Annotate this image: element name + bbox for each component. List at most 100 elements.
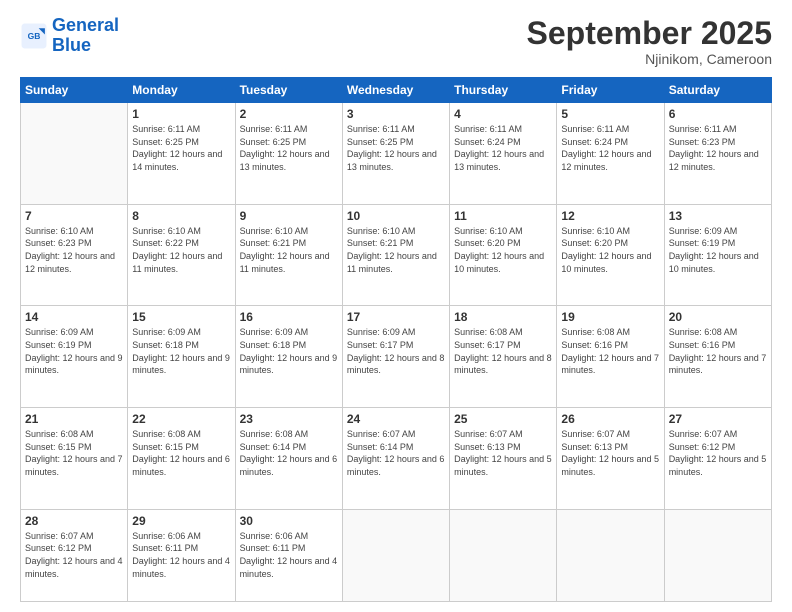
day-number: 12 [561, 209, 659, 223]
calendar-cell: 19Sunrise: 6:08 AM Sunset: 6:16 PM Dayli… [557, 306, 664, 408]
day-number: 30 [240, 514, 338, 528]
day-number: 9 [240, 209, 338, 223]
cell-info: Sunrise: 6:07 AM Sunset: 6:12 PM Dayligh… [25, 530, 123, 580]
calendar-cell: 28Sunrise: 6:07 AM Sunset: 6:12 PM Dayli… [21, 509, 128, 601]
calendar-cell: 9 Sunrise: 6:10 AM Sunset: 6:21 PM Daylig… [235, 204, 342, 306]
calendar-cell: 23 Sunrise: 6:08 AM Sunset: 6:14 PM Dayli… [235, 408, 342, 510]
cell-info: Sunrise: 6:07 AM Sunset: 6:14 PM Dayligh… [347, 428, 445, 478]
calendar-cell: 26 Sunrise: 6:07 AM Sunset: 6:13 PM Dayli… [557, 408, 664, 510]
logo-icon: GB [20, 22, 48, 50]
title-block: September 2025 Njinikom, Cameroon [527, 16, 772, 67]
day-number: 4 [454, 107, 552, 121]
calendar-cell: 27 Sunrise: 6:07 AM Sunset: 6:12 PM Dayli… [664, 408, 771, 510]
calendar-cell: 14 Sunrise: 6:09 AM Sunset: 6:19 PM Dayli… [21, 306, 128, 408]
cell-info: Sunrise: 6:08 AM Sunset: 6:15 PM Dayligh… [25, 428, 123, 478]
day-number: 14 [25, 310, 123, 324]
day-number: 2 [240, 107, 338, 121]
logo: GB General Blue [20, 16, 119, 56]
calendar-cell [664, 509, 771, 601]
cell-info: Sunrise: 6:09 AM Sunset: 6:19 PM Dayligh… [25, 326, 123, 376]
day-number: 16 [240, 310, 338, 324]
day-number: 18 [454, 310, 552, 324]
logo-blue: Blue [52, 35, 91, 55]
calendar-cell: 10 Sunrise: 6:10 AM Sunset: 6:21 PM Dayli… [342, 204, 449, 306]
cell-info: Sunrise: 6:10 AM Sunset: 6:23 PM Dayligh… [25, 225, 123, 275]
cell-info: Sunrise: 6:07 AM Sunset: 6:13 PM Dayligh… [561, 428, 659, 478]
day-number: 8 [132, 209, 230, 223]
day-number: 29 [132, 514, 230, 528]
calendar-cell [450, 509, 557, 601]
day-header-tuesday: Tuesday [235, 78, 342, 103]
calendar-cell: 15Sunrise: 6:09 AM Sunset: 6:18 PM Dayli… [128, 306, 235, 408]
calendar-cell: 7 Sunrise: 6:10 AM Sunset: 6:23 PM Daylig… [21, 204, 128, 306]
cell-info: Sunrise: 6:11 AM Sunset: 6:24 PM Dayligh… [454, 123, 552, 173]
calendar-cell: 8Sunrise: 6:10 AM Sunset: 6:22 PM Daylig… [128, 204, 235, 306]
logo-text: General Blue [52, 16, 119, 56]
calendar-cell [21, 103, 128, 205]
day-number: 20 [669, 310, 767, 324]
day-header-monday: Monday [128, 78, 235, 103]
calendar-cell: 20Sunrise: 6:08 AM Sunset: 6:16 PM Dayli… [664, 306, 771, 408]
calendar-table: SundayMondayTuesdayWednesdayThursdayFrid… [20, 77, 772, 602]
cell-info: Sunrise: 6:11 AM Sunset: 6:25 PM Dayligh… [132, 123, 230, 173]
day-number: 27 [669, 412, 767, 426]
cell-info: Sunrise: 6:07 AM Sunset: 6:12 PM Dayligh… [669, 428, 767, 478]
calendar-cell: 30 Sunrise: 6:06 AM Sunset: 6:11 PM Dayli… [235, 509, 342, 601]
calendar-week-row: 1 Sunrise: 6:11 AM Sunset: 6:25 PM Daylig… [21, 103, 772, 205]
calendar-week-row: 14 Sunrise: 6:09 AM Sunset: 6:19 PM Dayli… [21, 306, 772, 408]
calendar-cell: 3 Sunrise: 6:11 AM Sunset: 6:25 PM Daylig… [342, 103, 449, 205]
calendar-cell: 4 Sunrise: 6:11 AM Sunset: 6:24 PM Daylig… [450, 103, 557, 205]
cell-info: Sunrise: 6:07 AM Sunset: 6:13 PM Dayligh… [454, 428, 552, 478]
calendar-cell [342, 509, 449, 601]
cell-info: Sunrise: 6:10 AM Sunset: 6:20 PM Dayligh… [454, 225, 552, 275]
cell-info: Sunrise: 6:11 AM Sunset: 6:24 PM Dayligh… [561, 123, 659, 173]
calendar-cell: 2 Sunrise: 6:11 AM Sunset: 6:25 PM Daylig… [235, 103, 342, 205]
day-number: 10 [347, 209, 445, 223]
page: GB General Blue September 2025 Njinikom,… [0, 0, 792, 612]
day-header-wednesday: Wednesday [342, 78, 449, 103]
calendar-cell: 16 Sunrise: 6:09 AM Sunset: 6:18 PM Dayli… [235, 306, 342, 408]
day-number: 25 [454, 412, 552, 426]
svg-text:GB: GB [28, 31, 41, 41]
calendar-cell: 25 Sunrise: 6:07 AM Sunset: 6:13 PM Dayli… [450, 408, 557, 510]
cell-info: Sunrise: 6:11 AM Sunset: 6:25 PM Dayligh… [347, 123, 445, 173]
day-number: 3 [347, 107, 445, 121]
cell-info: Sunrise: 6:08 AM Sunset: 6:14 PM Dayligh… [240, 428, 338, 478]
day-header-saturday: Saturday [664, 78, 771, 103]
day-header-friday: Friday [557, 78, 664, 103]
day-header-thursday: Thursday [450, 78, 557, 103]
day-number: 19 [561, 310, 659, 324]
day-number: 1 [132, 107, 230, 121]
cell-info: Sunrise: 6:09 AM Sunset: 6:18 PM Dayligh… [240, 326, 338, 376]
day-number: 5 [561, 107, 659, 121]
day-number: 23 [240, 412, 338, 426]
month-title: September 2025 [527, 16, 772, 51]
day-number: 7 [25, 209, 123, 223]
calendar-cell: 18Sunrise: 6:08 AM Sunset: 6:17 PM Dayli… [450, 306, 557, 408]
cell-info: Sunrise: 6:06 AM Sunset: 6:11 PM Dayligh… [132, 530, 230, 580]
cell-info: Sunrise: 6:11 AM Sunset: 6:25 PM Dayligh… [240, 123, 338, 173]
cell-info: Sunrise: 6:09 AM Sunset: 6:18 PM Dayligh… [132, 326, 230, 376]
calendar-cell: 1 Sunrise: 6:11 AM Sunset: 6:25 PM Daylig… [128, 103, 235, 205]
day-number: 17 [347, 310, 445, 324]
calendar-week-row: 7 Sunrise: 6:10 AM Sunset: 6:23 PM Daylig… [21, 204, 772, 306]
calendar-cell: 6 Sunrise: 6:11 AM Sunset: 6:23 PM Daylig… [664, 103, 771, 205]
day-header-sunday: Sunday [21, 78, 128, 103]
calendar-cell: 22Sunrise: 6:08 AM Sunset: 6:15 PM Dayli… [128, 408, 235, 510]
day-number: 26 [561, 412, 659, 426]
calendar-cell [557, 509, 664, 601]
cell-info: Sunrise: 6:10 AM Sunset: 6:21 PM Dayligh… [347, 225, 445, 275]
logo-general: General [52, 15, 119, 35]
cell-info: Sunrise: 6:10 AM Sunset: 6:20 PM Dayligh… [561, 225, 659, 275]
day-number: 21 [25, 412, 123, 426]
cell-info: Sunrise: 6:09 AM Sunset: 6:17 PM Dayligh… [347, 326, 445, 376]
calendar-header-row: SundayMondayTuesdayWednesdayThursdayFrid… [21, 78, 772, 103]
cell-info: Sunrise: 6:11 AM Sunset: 6:23 PM Dayligh… [669, 123, 767, 173]
day-number: 6 [669, 107, 767, 121]
cell-info: Sunrise: 6:09 AM Sunset: 6:19 PM Dayligh… [669, 225, 767, 275]
location: Njinikom, Cameroon [527, 51, 772, 67]
cell-info: Sunrise: 6:06 AM Sunset: 6:11 PM Dayligh… [240, 530, 338, 580]
cell-info: Sunrise: 6:10 AM Sunset: 6:21 PM Dayligh… [240, 225, 338, 275]
header: GB General Blue September 2025 Njinikom,… [20, 16, 772, 67]
calendar-cell: 13Sunrise: 6:09 AM Sunset: 6:19 PM Dayli… [664, 204, 771, 306]
